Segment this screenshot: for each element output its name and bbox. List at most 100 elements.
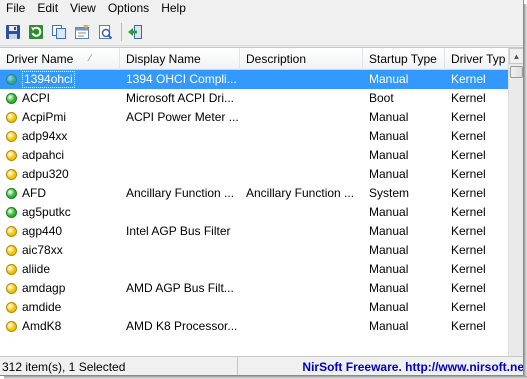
table-row[interactable]: aic78xx Manual Kernel [0,241,508,260]
scroll-thumb[interactable] [510,66,523,78]
exit-button[interactable] [125,22,145,42]
status-dot-icon [6,169,17,180]
cell-display-name [120,127,240,146]
status-dot-icon [6,207,17,218]
html-report-button[interactable] [95,22,115,42]
table-row[interactable]: adp94xx Manual Kernel [0,127,508,146]
menu-view[interactable]: View [64,0,102,17]
status-dot-icon [6,93,17,104]
status-dot-icon [6,150,17,161]
menu-help[interactable]: Help [155,0,192,17]
cell-startup-type: Manual [369,224,409,238]
cell-description [240,146,363,165]
cell-startup-type: System [369,186,410,200]
driver-name-text: adpahci [22,148,65,162]
cell-driver-type: Kernel [451,148,486,162]
properties-button[interactable] [72,22,92,42]
column-header-display-name[interactable]: Display Name [120,48,240,70]
cell-description [240,260,363,279]
cell-driver-type: Kernel [451,300,486,314]
table-row[interactable]: 1394ohci 1394 OHCI Compli... Manual Kernel [0,70,508,89]
driver-name-text: ag5putkc [22,205,71,219]
menu-options[interactable]: Options [102,0,155,17]
cell-driver-type: Kernel [451,262,486,276]
cell-description [240,222,363,241]
status-dot-icon [6,131,17,142]
status-bar: 312 item(s), 1 Selected NirSoft Freeware… [0,356,523,376]
cell-display-name [120,298,240,317]
toolbar-separator [121,22,122,41]
cell-startup-type: Manual [369,110,409,124]
scroll-up-button[interactable]: ▲ [509,48,523,64]
cell-startup-type: Manual [369,205,409,219]
status-dot-icon [6,226,17,237]
column-header-driver-name[interactable]: Driver Name ⁄ [0,48,120,70]
exit-icon [128,24,142,39]
list-header: Driver Name ⁄ Display Name Description S… [0,48,508,70]
refresh-button[interactable] [26,22,46,42]
cell-driver-name: adpu320 [0,165,120,184]
cell-description [240,165,363,184]
properties-icon [75,24,89,39]
column-header-driver-type[interactable]: Driver Typ [445,48,508,70]
table-row[interactable]: AcpiPmi ACPI Power Meter ... Manual Kernel [0,108,508,127]
cell-startup-type: Manual [369,281,409,295]
menu-file[interactable]: File [0,0,31,17]
cell-driver-type: Kernel [451,129,486,143]
table-row[interactable]: amdagp AMD AGP Bus Filt... Manual Kernel [0,279,508,298]
status-dot-icon [6,188,17,199]
cell-description [240,127,363,146]
table-row[interactable]: agp440 Intel AGP Bus Filter Manual Kernel [0,222,508,241]
status-dot-icon [6,302,17,313]
cell-description [240,317,363,336]
cell-description [240,203,363,222]
table-row[interactable]: amdide Manual Kernel [0,298,508,317]
table-row[interactable]: ACPI Microsoft ACPI Dri... Boot Kernel [0,89,508,108]
cell-driver-name: AFD [0,184,120,203]
cell-startup-type: Manual [369,129,409,143]
cell-description [240,108,363,127]
cell-display-name: AMD K8 Processor... [126,319,238,333]
cell-startup-type: Manual [369,262,409,276]
cell-display-name: Ancillary Function ... [126,186,235,200]
cell-startup-type: Manual [369,319,409,333]
table-row[interactable]: ag5putkc Manual Kernel [0,203,508,222]
column-header-description[interactable]: Description [240,48,363,70]
cell-driver-name: amdide [0,298,120,317]
cell-driver-type: Kernel [451,186,486,200]
cell-display-name [120,203,240,222]
vertical-scrollbar[interactable]: ▲ [508,48,523,356]
cell-driver-type: Kernel [451,319,486,333]
table-row[interactable]: AmdK8 AMD K8 Processor... Manual Kernel [0,317,508,336]
cell-driver-name: 1394ohci [0,70,120,89]
table-row[interactable]: adpahci Manual Kernel [0,146,508,165]
list-rows: 1394ohci 1394 OHCI Compli... Manual Kernel A… [0,70,508,336]
driver-name-text: amdide [22,300,62,314]
column-header-label: Display Name [126,52,201,66]
status-dot-icon [6,74,17,85]
driver-name-text: 1394ohci [22,71,75,88]
cell-driver-type: Kernel [451,72,486,86]
cell-driver-type: Kernel [451,91,486,105]
menu-edit[interactable]: Edit [31,0,64,17]
cell-description [240,298,363,317]
table-row[interactable]: adpu320 Manual Kernel [0,165,508,184]
cell-display-name: ACPI Power Meter ... [126,110,239,124]
save-button[interactable] [3,22,23,42]
table-row[interactable]: AFD Ancillary Function ... Ancillary Funct… [0,184,508,203]
cell-description [240,241,363,260]
cell-driver-name: aic78xx [0,241,120,260]
status-nirsoft-link[interactable]: NirSoft Freeware. http://www.nirsoft.ne [238,357,523,376]
driver-name-text: ACPI [22,91,51,105]
cell-driver-type: Kernel [451,243,486,257]
save-icon [6,24,20,39]
status-item-count: 312 item(s), 1 Selected [0,356,239,375]
driver-name-text: AFD [22,186,46,200]
column-header-startup-type[interactable]: Startup Type [363,48,445,70]
cell-driver-type: Kernel [451,167,486,181]
table-row[interactable]: aliide Manual Kernel [0,260,508,279]
status-dot-icon [6,283,17,294]
menu-bar: File Edit View Options Help [0,0,523,17]
copy-button[interactable] [49,22,69,42]
drivers-list[interactable]: Driver Name ⁄ Display Name Description S… [0,47,523,356]
